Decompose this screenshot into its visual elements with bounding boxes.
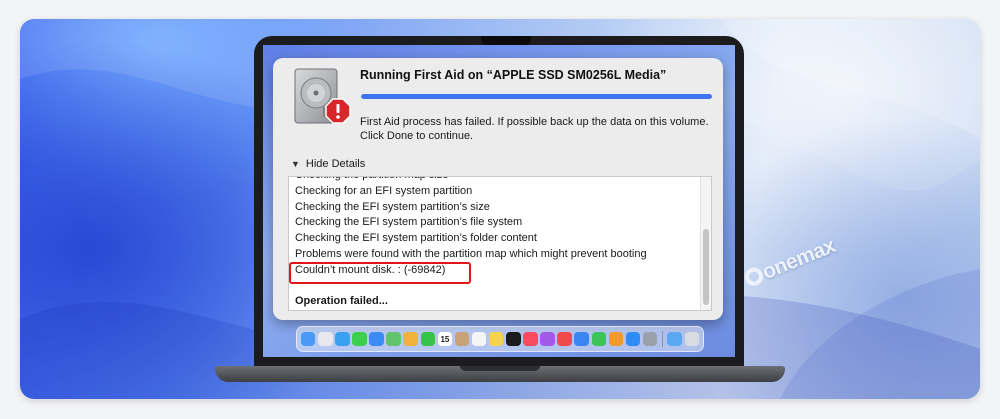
progress-bar [361, 94, 712, 99]
log-scroll-thumb[interactable] [703, 229, 709, 305]
app-store-icon[interactable] [625, 331, 641, 347]
news-icon[interactable] [557, 331, 572, 347]
log-line: Checking the EFI system partition’s fold… [295, 232, 537, 245]
log-lines: Checking the partition map sizeChecking … [295, 177, 647, 310]
calendar-icon[interactable]: 15 [437, 331, 453, 347]
trash-icon[interactable] [684, 331, 700, 347]
disclosure-triangle-icon: ▼ [291, 159, 300, 169]
messages-icon[interactable] [352, 331, 367, 347]
log-line: Checking the EFI system partition’s size [295, 200, 490, 213]
notes-icon[interactable] [488, 331, 504, 347]
log-line: Checking for an EFI system partition [295, 184, 473, 197]
log-line: Problems were found with the partition m… [295, 247, 647, 260]
numbers-icon[interactable] [591, 331, 607, 347]
maps-icon[interactable] [386, 331, 401, 347]
dialog-message: First Aid process has failed. If possibl… [360, 116, 709, 142]
dock-separator [661, 331, 663, 347]
tv-icon[interactable] [506, 331, 521, 347]
details-log[interactable]: Checking the partition map sizeChecking … [288, 176, 712, 311]
mail-icon[interactable] [369, 331, 384, 347]
downloads-folder-icon[interactable] [667, 331, 682, 347]
photos-icon[interactable] [403, 331, 418, 347]
log-line: Checking the partition map size [295, 177, 647, 184]
reminders-icon[interactable] [471, 331, 487, 347]
hide-details-toggle[interactable]: ▼ Hide Details [291, 158, 365, 170]
progress-bar-fill [361, 94, 712, 99]
keynote-icon[interactable] [574, 331, 589, 347]
log-line: Checking the EFI system partition’s file… [295, 216, 523, 229]
podcasts-icon[interactable] [540, 331, 555, 347]
camera-notch [481, 36, 531, 45]
music-icon[interactable] [523, 331, 538, 347]
finder-icon[interactable] [300, 331, 316, 347]
dialog-title: Running First Aid on “APPLE SSD SM0256L … [360, 68, 667, 82]
error-highlight-box [289, 262, 471, 284]
facetime-icon[interactable] [420, 331, 436, 347]
launchpad-icon[interactable] [318, 331, 333, 347]
laptop-base-notch [460, 366, 540, 371]
log-scrollbar[interactable] [700, 177, 711, 310]
alert-icon [325, 98, 351, 124]
system-settings-icon[interactable] [642, 331, 658, 347]
operation-failed-line: Operation failed... [295, 295, 388, 308]
hide-details-label: Hide Details [305, 158, 366, 170]
safari-icon[interactable] [335, 331, 350, 347]
pages-icon[interactable] [608, 331, 624, 347]
dock: 15 [296, 326, 704, 352]
contacts-icon[interactable] [454, 331, 470, 347]
